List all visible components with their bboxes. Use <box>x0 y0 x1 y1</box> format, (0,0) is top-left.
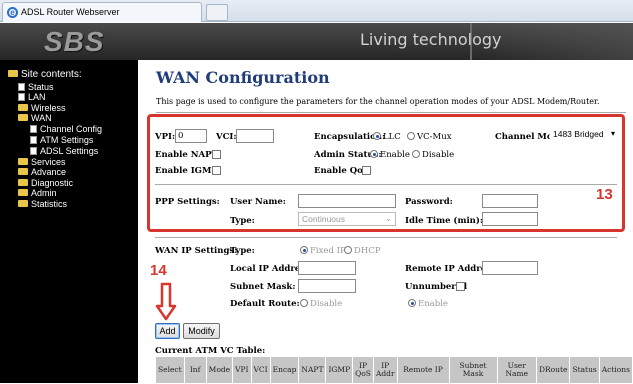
fixed-ip-radio[interactable]: Fixed IP <box>300 246 346 256</box>
sidebar-item-atm-settings[interactable]: ATM Settings <box>30 135 93 145</box>
column-header: Subnet Mask <box>448 356 498 384</box>
folder-icon <box>18 189 28 196</box>
page-description: This page is used to configure the param… <box>156 97 600 106</box>
folder-icon <box>18 158 28 165</box>
column-header: Mode <box>205 356 234 384</box>
sidebar-item-services[interactable]: Services <box>18 157 66 167</box>
subnet-mask-input[interactable] <box>298 279 356 293</box>
sidebar-item-channel-config[interactable]: Channel Config <box>30 124 102 134</box>
annotation-number-13: 13 <box>596 186 613 203</box>
default-route-label: Default Route: <box>230 299 300 309</box>
atm-vc-table: Select Inf Mode VPI VCI Encap NAPT IGMP … <box>155 356 633 384</box>
folder-icon <box>18 200 28 207</box>
column-header: Status <box>569 356 600 384</box>
sidebar-item-wireless[interactable]: Wireless <box>18 103 66 113</box>
atm-vc-table-title: Current ATM VC Table: <box>155 346 266 356</box>
page-icon <box>30 147 37 155</box>
sidebar: Site contents: Status LAN Wireless WAN C… <box>0 60 138 383</box>
new-tab-button[interactable] <box>206 4 228 21</box>
folder-icon <box>18 104 28 111</box>
sidebar-item-admin[interactable]: Admin <box>18 188 57 198</box>
annotation-arrow-icon <box>155 282 177 321</box>
unnumbered-checkbox[interactable] <box>456 282 465 291</box>
browser-tab-bar: e ADSL Router Webserver <box>0 0 633 22</box>
tab-title: ADSL Router Webserver <box>21 7 120 17</box>
sidebar-item-diagnostic[interactable]: Diagnostic <box>18 178 73 188</box>
folder-icon <box>8 70 18 77</box>
page-icon <box>30 136 37 144</box>
column-header: Actions <box>598 356 633 384</box>
divider <box>155 237 617 238</box>
annotation-number-14: 14 <box>150 262 167 279</box>
sidebar-item-wan[interactable]: WAN <box>18 113 52 123</box>
wan-ip-type-label: Type: <box>230 246 255 256</box>
sidebar-item-statistics[interactable]: Statistics <box>18 199 67 209</box>
modify-button[interactable]: Modify <box>183 323 220 339</box>
dhcp-radio[interactable]: DHCP <box>344 246 380 256</box>
column-header: NAPT <box>298 356 327 384</box>
page-icon <box>18 83 25 91</box>
default-route-disable-radio[interactable]: Disable <box>300 299 342 309</box>
column-header: VCI <box>250 356 271 384</box>
column-header: VPI <box>232 356 252 384</box>
annotation-box <box>147 114 625 232</box>
sidebar-item-status[interactable]: Status <box>18 82 54 92</box>
site-tagline: Living technology <box>360 30 502 49</box>
column-header: DRoute <box>535 356 571 384</box>
column-header: IP Addr <box>372 356 398 384</box>
remote-ip-input[interactable] <box>482 261 538 275</box>
page-title: WAN Configuration <box>156 68 330 87</box>
column-header: Select <box>155 356 185 384</box>
folder-icon <box>18 168 28 175</box>
ie-icon: e <box>7 7 18 18</box>
default-route-enable-radio[interactable]: Enable <box>408 299 448 309</box>
folder-open-icon <box>18 114 28 121</box>
column-header: IGMP <box>325 356 354 384</box>
sidebar-item-advance[interactable]: Advance <box>18 167 66 177</box>
table-header-row: Select Inf Mode VPI VCI Encap NAPT IGMP … <box>155 356 633 384</box>
divider <box>156 112 626 113</box>
subnet-mask-label: Subnet Mask: <box>230 282 296 292</box>
page-icon <box>18 93 25 101</box>
page-icon <box>30 125 37 133</box>
site-logo: SBS <box>44 26 105 57</box>
add-button[interactable]: Add <box>155 323 180 339</box>
column-header: IP QoS <box>352 356 374 384</box>
local-ip-input[interactable] <box>298 261 356 275</box>
column-header: Encap <box>269 356 300 384</box>
wan-ip-settings-label: WAN IP Settings: <box>155 246 238 256</box>
sidebar-heading: Site contents: <box>8 69 82 80</box>
column-header: Remote IP <box>396 356 450 384</box>
sidebar-item-lan[interactable]: LAN <box>18 92 46 102</box>
column-header: Inf <box>183 356 207 384</box>
sidebar-item-adsl-settings[interactable]: ADSL Settings <box>30 146 98 156</box>
folder-icon <box>18 179 28 186</box>
browser-tab[interactable]: e ADSL Router Webserver <box>2 2 202 22</box>
column-header: User Name <box>496 356 537 384</box>
